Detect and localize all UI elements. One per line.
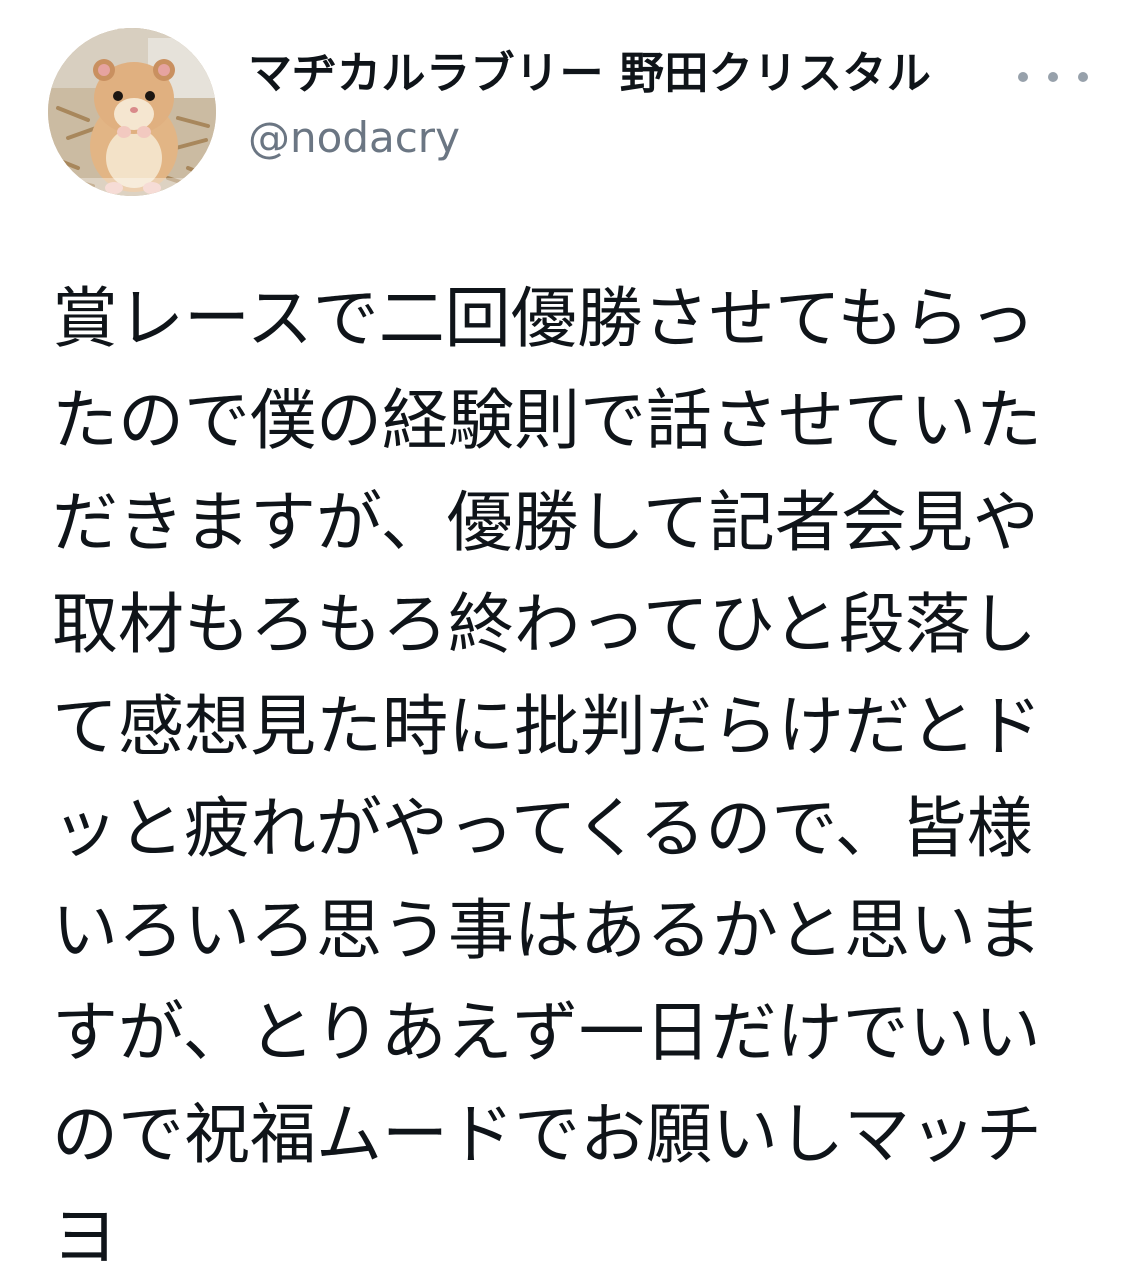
tweet-text-line: ヨ bbox=[52, 1198, 118, 1275]
author-handle[interactable]: @nodacry bbox=[248, 110, 931, 166]
tweet-header: マヂカルラブリー 野田クリスタル @nodacry bbox=[48, 28, 1088, 198]
more-dot bbox=[1048, 72, 1058, 82]
tweet-text-line: ので祝福ムードでお願いしマッチ bbox=[52, 1096, 1042, 1173]
tweet-text-line: 賞レースで二回優勝させてもらっ bbox=[52, 280, 1036, 357]
avatar-image bbox=[48, 28, 216, 196]
more-dot bbox=[1018, 72, 1028, 82]
tweet-text-line: 取材もろもろ終わってひと段落し bbox=[52, 586, 1037, 663]
tweet-text-line: たので僕の経験則で話させていた bbox=[52, 382, 1042, 459]
tweet-text: 賞レースで二回優勝させてもらっ たので僕の経験則で話させていた だきますが、優勝… bbox=[52, 268, 1072, 1288]
tweet-text-line: いろいろ思う事はあるかと思いま bbox=[52, 892, 1042, 969]
author-info: マヂカルラブリー 野田クリスタル @nodacry bbox=[248, 46, 931, 166]
tweet-text-line: すが、とりあえず一日だけでいい bbox=[52, 994, 1041, 1071]
tweet-text-line: ッと疲れがやってくるので、皆様 bbox=[52, 790, 1033, 867]
more-dot bbox=[1078, 72, 1088, 82]
tweet-text-line: だきますが、優勝して記者会見や bbox=[52, 484, 1039, 561]
hamster-avatar-icon[interactable] bbox=[48, 28, 216, 196]
tweet-text-line: て感想見た時に批判だらけだとド bbox=[52, 688, 1042, 765]
author-display-name[interactable]: マヂカルラブリー 野田クリスタル bbox=[248, 46, 931, 102]
more-horizontal-icon[interactable] bbox=[1018, 62, 1088, 92]
